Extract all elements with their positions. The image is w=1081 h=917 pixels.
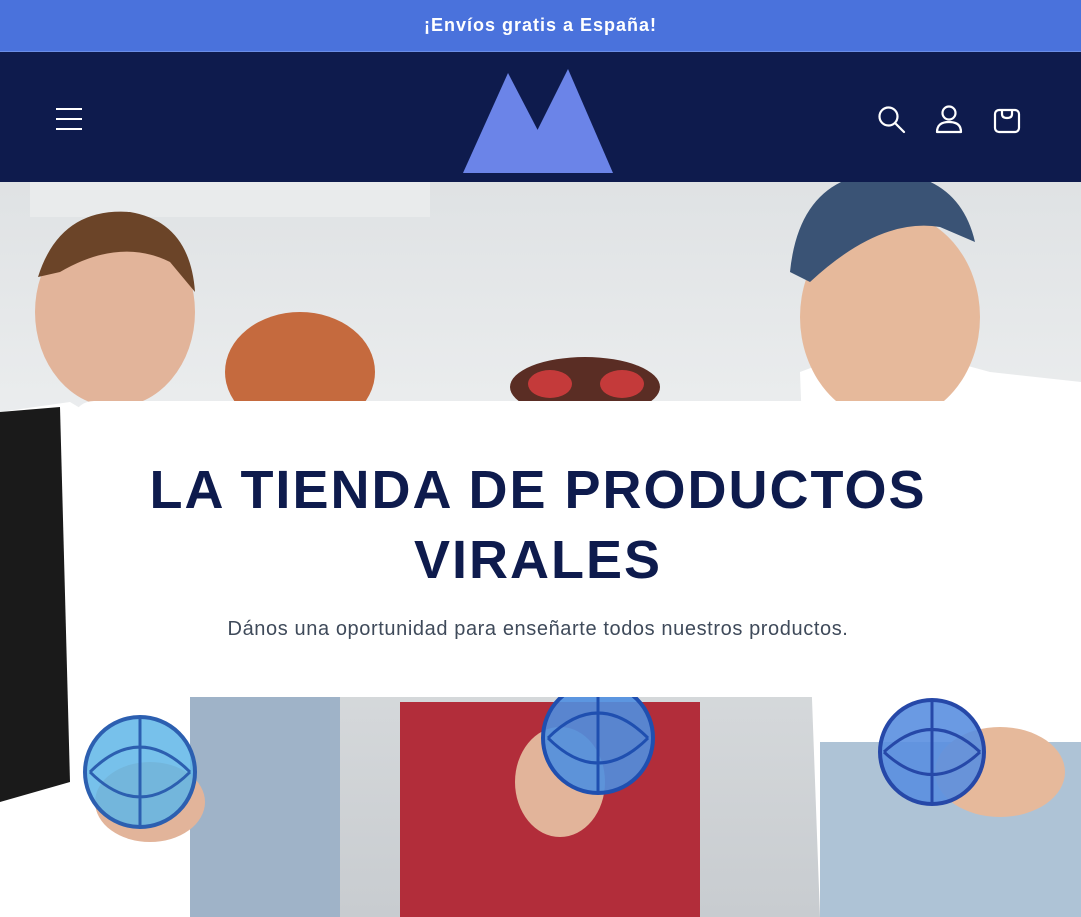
announcement-text: ¡Envíos gratis a España! — [423, 15, 658, 35]
brand-logo[interactable] — [463, 69, 613, 173]
cart-button[interactable] — [992, 104, 1022, 134]
cart-icon — [993, 108, 1021, 134]
menu-button[interactable] — [54, 106, 84, 132]
search-button[interactable] — [876, 104, 906, 134]
hero-banner: LA TIENDA DE PRODUCTOS VIRALES Dános una… — [0, 182, 1081, 917]
brand-logo-m-icon — [463, 69, 613, 173]
account-button[interactable] — [934, 104, 964, 134]
search-icon — [878, 106, 906, 134]
hero-title: LA TIENDA DE PRODUCTOS VIRALES — [149, 460, 927, 590]
announcement-bar: ¡Envíos gratis a España! — [0, 0, 1081, 52]
hero-text-card: LA TIENDA DE PRODUCTOS VIRALES Dános una… — [72, 401, 1004, 697]
site-header — [0, 52, 1081, 182]
hero-subtitle: Dános una oportunidad para enseñarte tod… — [227, 618, 849, 640]
hamburger-menu-icon — [56, 108, 82, 130]
account-icon — [935, 105, 963, 134]
